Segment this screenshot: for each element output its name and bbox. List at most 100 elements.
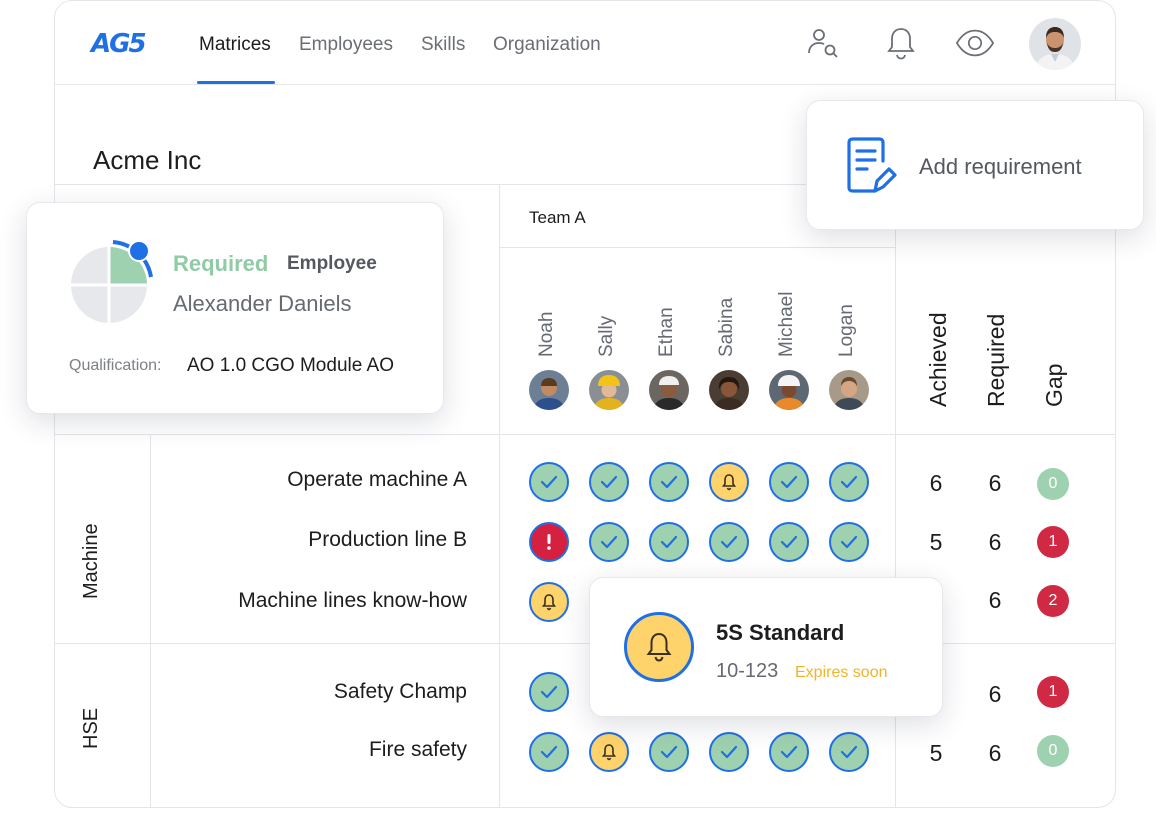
- skill-status-cell[interactable]: [769, 732, 809, 772]
- skill-status-cell[interactable]: [529, 582, 569, 622]
- check-icon: [840, 535, 858, 549]
- employee-avatar-sabina[interactable]: [709, 370, 749, 410]
- check-icon: [540, 745, 558, 759]
- check-icon: [660, 535, 678, 549]
- group-divider: [55, 643, 1115, 644]
- status-label: Required: [173, 251, 269, 276]
- check-icon: [600, 475, 618, 489]
- skill-status-cell[interactable]: [649, 462, 689, 502]
- check-icon: [660, 745, 678, 759]
- skill-status-cell[interactable]: [649, 732, 689, 772]
- skill-status-cell[interactable]: [829, 732, 869, 772]
- employee-name-michael: Michael: [776, 291, 797, 357]
- header-bottom-border: [55, 434, 1115, 435]
- user-search-icon[interactable]: [803, 23, 843, 63]
- group-column-border: [150, 434, 151, 807]
- team-label: Team A: [529, 208, 586, 227]
- qualification-pie-icon: [69, 239, 153, 323]
- skill-status-cell[interactable]: [829, 462, 869, 502]
- document-edit-icon: [845, 135, 899, 202]
- bell-icon: [721, 473, 737, 491]
- skill-status-cell[interactable]: [589, 732, 629, 772]
- skill-fire-safety[interactable]: Fire safety: [369, 738, 467, 762]
- skill-status-cell[interactable]: [589, 522, 629, 562]
- skill-status-cell[interactable]: [829, 522, 869, 562]
- employee-name-sally: Sally: [596, 315, 617, 357]
- header-achieved: Achieved: [925, 312, 951, 407]
- gap-badge: 0: [1037, 468, 1069, 500]
- header-required: Required: [983, 313, 1009, 407]
- achieved-count: 5: [929, 740, 943, 766]
- required-count: 6: [988, 740, 1002, 766]
- skill-status-cell[interactable]: [769, 522, 809, 562]
- exclamation-icon: [546, 533, 552, 551]
- employee-avatar-michael[interactable]: [769, 370, 809, 410]
- skill-status-cell[interactable]: [589, 462, 629, 502]
- skill-operate-machine-a[interactable]: Operate machine A: [287, 468, 467, 492]
- tab-organization[interactable]: Organization: [493, 34, 601, 56]
- employees-left-border: [499, 184, 500, 807]
- group-label-machine: Machine: [80, 523, 102, 599]
- certificate-title: 5S Standard: [716, 620, 845, 645]
- employee-name-sabina: Sabina: [716, 297, 737, 357]
- header-gap: Gap: [1041, 363, 1067, 407]
- skill-safety-champ[interactable]: Safety Champ: [334, 680, 467, 704]
- check-icon: [660, 475, 678, 489]
- employee-avatar-logan[interactable]: [829, 370, 869, 410]
- requirement-info-card: Required Employee Alexander Daniels Qual…: [26, 202, 444, 414]
- check-icon: [840, 475, 858, 489]
- employee-name-ethan: Ethan: [656, 307, 677, 357]
- gap-badge: 2: [1037, 585, 1069, 617]
- skill-machine-lines-know-how[interactable]: Machine lines know-how: [238, 589, 467, 613]
- certificate-popup: 5S Standard 10-123 Expires soon: [589, 577, 943, 717]
- check-icon: [540, 475, 558, 489]
- qualification-value: AO 1.0 CGO Module AO: [187, 355, 394, 376]
- check-icon: [780, 535, 798, 549]
- bell-icon: [541, 593, 557, 611]
- skill-status-cell[interactable]: [709, 732, 749, 772]
- skill-status-cell[interactable]: [769, 462, 809, 502]
- skill-status-cell[interactable]: [529, 522, 569, 562]
- skill-status-cell[interactable]: [529, 672, 569, 712]
- tab-employees[interactable]: Employees: [299, 34, 393, 56]
- check-icon: [840, 745, 858, 759]
- eye-icon[interactable]: [955, 23, 995, 63]
- tab-skills[interactable]: Skills: [421, 34, 465, 56]
- group-label-hse: HSE: [80, 707, 102, 749]
- check-icon: [780, 475, 798, 489]
- tab-matrices[interactable]: Matrices: [199, 34, 271, 56]
- skill-status-cell[interactable]: [529, 732, 569, 772]
- employee-name-noah: Noah: [536, 311, 557, 357]
- employee-name: Alexander Daniels: [173, 291, 352, 316]
- employee-avatar-noah[interactable]: [529, 370, 569, 410]
- bell-icon: [624, 612, 694, 682]
- employee-avatar-ethan[interactable]: [649, 370, 689, 410]
- required-count: 6: [988, 587, 1002, 613]
- required-count: 6: [988, 529, 1002, 555]
- bell-icon: [601, 743, 617, 761]
- certificate-code: 10-123: [716, 660, 779, 682]
- add-requirement-button[interactable]: Add requirement: [806, 100, 1144, 230]
- check-icon: [540, 685, 558, 699]
- gap-badge: 0: [1037, 735, 1069, 767]
- achieved-count: 6: [929, 470, 943, 496]
- top-nav: AG5 Matrices Employees Skills Organizati…: [55, 1, 1115, 85]
- employee-name-logan: Logan: [836, 304, 857, 357]
- skill-production-line-b[interactable]: Production line B: [308, 528, 467, 552]
- team-header-border: [499, 247, 895, 248]
- user-avatar[interactable]: [1029, 18, 1081, 70]
- check-icon: [720, 745, 738, 759]
- bell-icon[interactable]: [881, 23, 921, 63]
- skill-status-cell[interactable]: [709, 522, 749, 562]
- required-count: 6: [988, 681, 1002, 707]
- skill-status-cell[interactable]: [649, 522, 689, 562]
- employee-avatar-sally[interactable]: [589, 370, 629, 410]
- ag5-logo[interactable]: AG5: [91, 29, 147, 59]
- add-requirement-label: Add requirement: [919, 154, 1082, 179]
- skill-status-cell[interactable]: [529, 462, 569, 502]
- check-icon: [600, 535, 618, 549]
- skill-status-cell[interactable]: [709, 462, 749, 502]
- active-tab-indicator: [197, 81, 275, 84]
- achieved-count: 5: [929, 529, 943, 555]
- role-label: Employee: [287, 253, 377, 274]
